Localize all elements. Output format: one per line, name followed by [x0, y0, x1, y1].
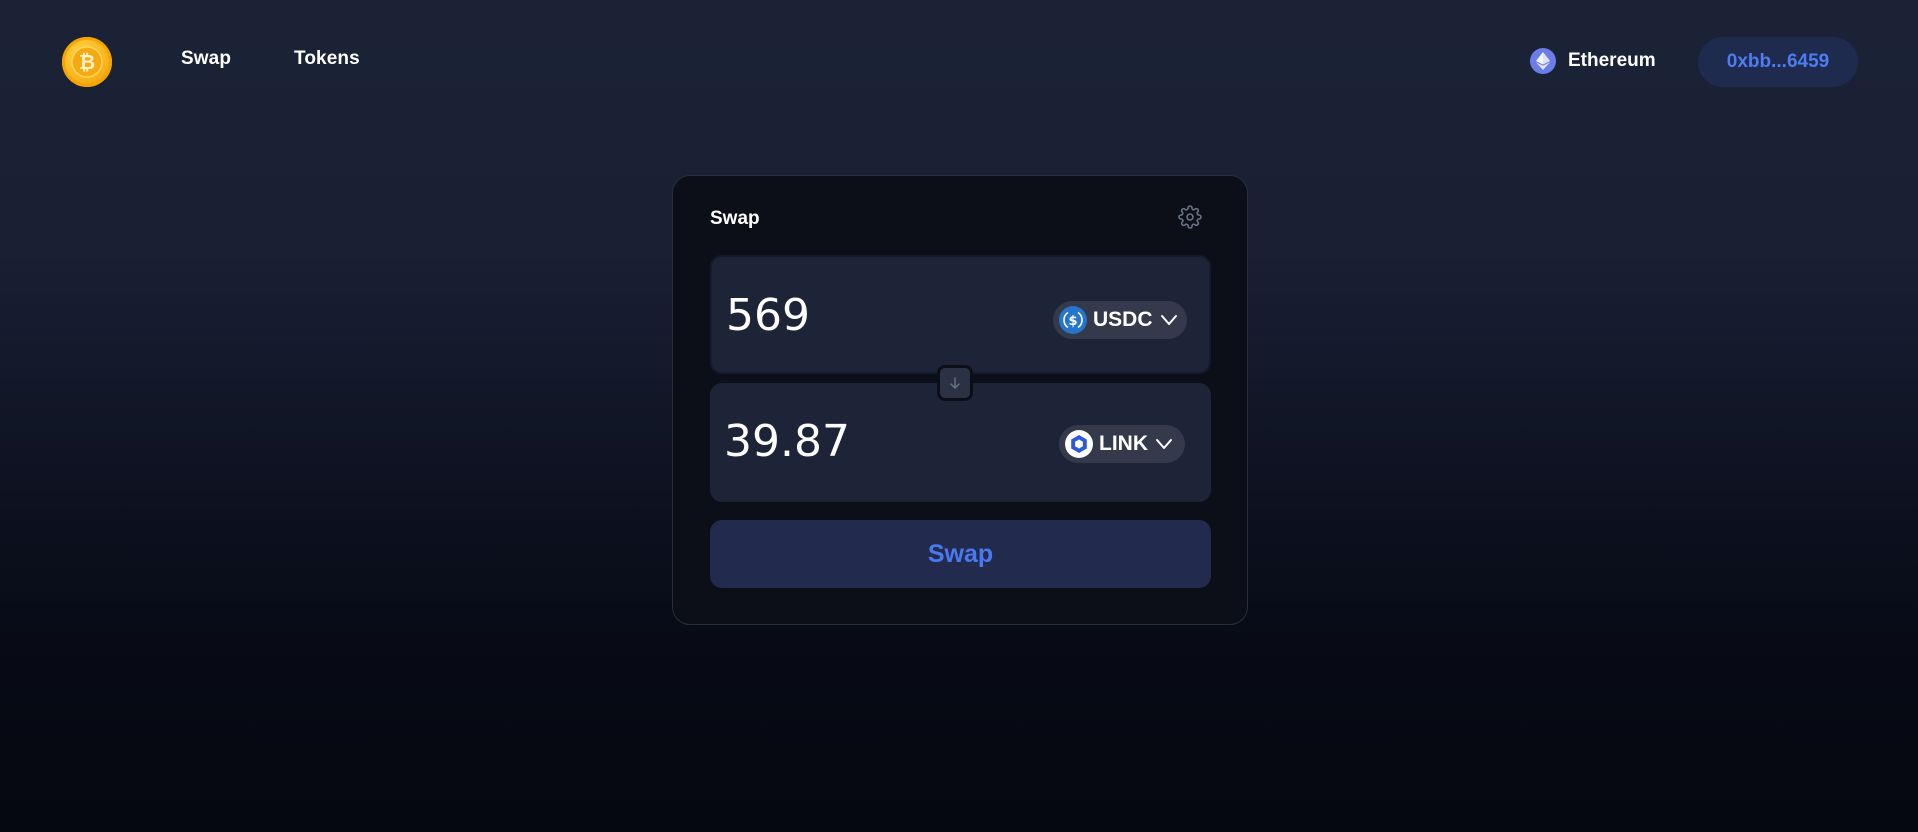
svg-text:$: $	[1068, 314, 1077, 329]
swap-card: Swap $ USDC	[672, 175, 1248, 625]
swap-button[interactable]: Swap	[710, 520, 1211, 588]
bitcoin-symbol-icon: ₿	[71, 46, 103, 78]
usdc-icon: $	[1059, 306, 1087, 334]
chevron-down-icon	[1156, 439, 1172, 449]
swap-card-title: Swap	[710, 208, 760, 229]
flip-tokens-button[interactable]	[937, 365, 973, 401]
ethereum-icon	[1530, 48, 1556, 74]
wallet-address-button[interactable]: 0xbb...6459	[1698, 37, 1858, 87]
from-token-selector[interactable]: $ USDC	[1053, 301, 1187, 339]
from-amount-input[interactable]	[726, 285, 1026, 345]
to-amount-input[interactable]	[724, 411, 1024, 471]
nav-link-swap[interactable]: Swap	[181, 48, 231, 70]
network-selector[interactable]: Ethereum	[1530, 48, 1656, 74]
arrow-down-icon	[950, 377, 960, 389]
main-nav: Swap Tokens	[181, 48, 360, 70]
chevron-down-icon	[1160, 315, 1177, 325]
chainlink-icon	[1065, 430, 1093, 458]
to-token-selector[interactable]: LINK	[1059, 425, 1185, 463]
nav-link-tokens[interactable]: Tokens	[294, 48, 360, 70]
bitcoin-logo-icon[interactable]: ₿	[62, 37, 112, 87]
from-token-symbol: USDC	[1093, 308, 1153, 331]
svg-text:₿: ₿	[79, 50, 95, 74]
gear-icon[interactable]	[1178, 205, 1202, 229]
network-label: Ethereum	[1568, 50, 1656, 71]
to-token-symbol: LINK	[1099, 432, 1148, 455]
from-token-panel: $ USDC	[710, 255, 1211, 374]
